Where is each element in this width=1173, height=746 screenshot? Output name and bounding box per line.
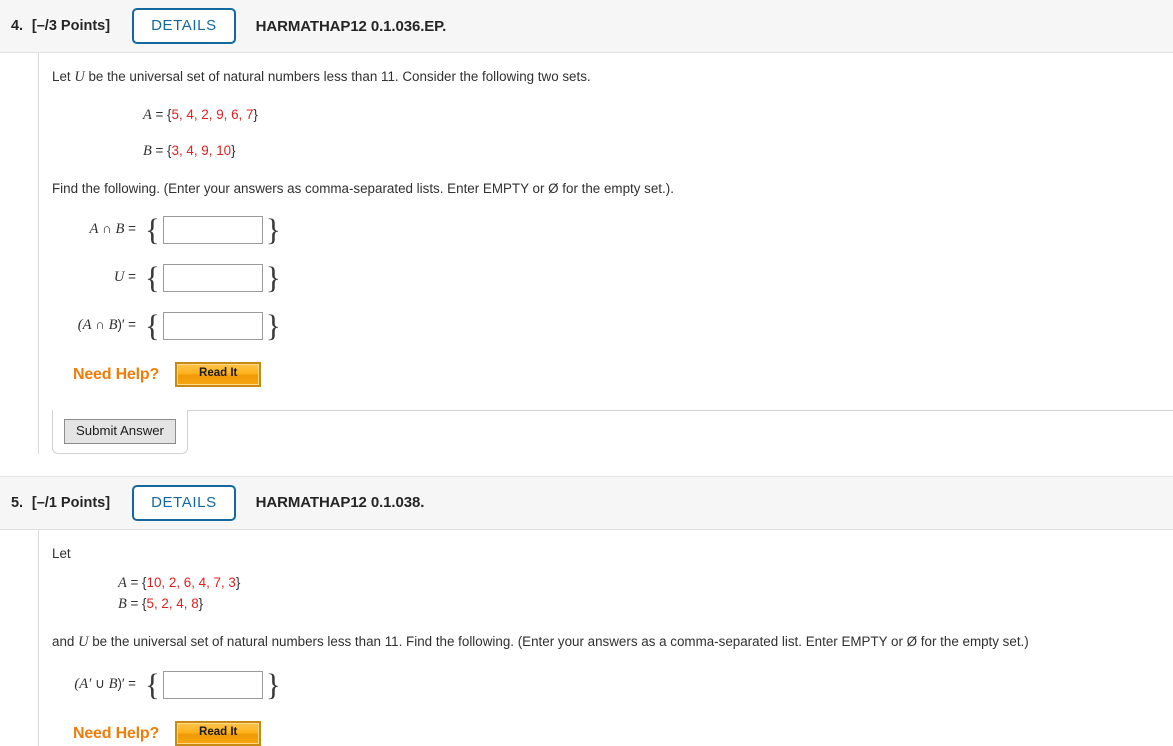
instruction-lead: and bbox=[52, 633, 79, 649]
intro-text-rest: be the universal set of natural numbers … bbox=[84, 69, 591, 84]
need-help-row: Need Help? Read It bbox=[52, 709, 1173, 746]
gutter-divider bbox=[0, 53, 39, 454]
instruction-paragraph: and U be the universal set of natural nu… bbox=[52, 630, 1173, 655]
question-block-4: 4. [–/3 Points] DETAILS HARMATHAP12 0.1.… bbox=[0, 0, 1173, 454]
question-block-5: 5. [–/1 Points] DETAILS HARMATHAP12 0.1.… bbox=[0, 476, 1173, 746]
answer-label-part: (A′ bbox=[74, 676, 92, 693]
submit-box: Submit Answer bbox=[52, 409, 188, 454]
intro-paragraph: Let bbox=[52, 545, 71, 561]
answer-row: (A ∩ B)′ = { } bbox=[52, 302, 1173, 350]
set-b-equals: = { bbox=[151, 142, 172, 158]
answer-label-intersection: A ∩ B = bbox=[52, 219, 142, 240]
set-b-line: B = {5, 2, 4, 8} bbox=[52, 594, 1173, 615]
set-a-symbol: A bbox=[143, 106, 152, 123]
need-help-label: Need Help? bbox=[73, 724, 160, 742]
set-a-close: } bbox=[235, 575, 241, 591]
answer-label-universal: U = bbox=[52, 267, 142, 288]
question-header-4: 4. [–/3 Points] DETAILS HARMATHAP12 0.1.… bbox=[0, 0, 1173, 53]
answer-label-equals: )′ = bbox=[117, 317, 136, 333]
answer-label-part: U bbox=[113, 269, 125, 286]
answer-label-equals: )′ = bbox=[117, 676, 136, 692]
answer-label-equals: = bbox=[124, 269, 136, 285]
set-b-close: } bbox=[231, 142, 236, 158]
need-help-label: Need Help? bbox=[73, 365, 160, 383]
set-a-values: 5, 4, 2, 9, 6, 7 bbox=[171, 106, 254, 122]
set-a-line: A = {5, 4, 2, 9, 6, 7} bbox=[52, 105, 1173, 126]
read-it-button[interactable]: Read It bbox=[175, 720, 262, 746]
answer-input-a-intersect-b[interactable] bbox=[162, 216, 263, 245]
set-a-line: A = {10, 2, 6, 4, 7, 3} bbox=[52, 573, 1173, 594]
intro-text-lead: Let bbox=[52, 69, 75, 84]
details-button[interactable]: DETAILS bbox=[132, 8, 236, 44]
set-a-equals: = { bbox=[126, 575, 147, 591]
answer-row: (A′ ∪ B)′ = { } bbox=[52, 661, 1173, 709]
answer-row: A ∩ B = { } bbox=[52, 206, 1173, 254]
answer-label-operator: ∩ bbox=[91, 317, 109, 333]
answer-row: U = { } bbox=[52, 254, 1173, 302]
universal-set-symbol: U bbox=[74, 69, 85, 85]
question-body-4: Let U be the universal set of natural nu… bbox=[0, 53, 1173, 454]
question-number: 5. bbox=[11, 494, 23, 511]
answer-label-complement: (A ∩ B)′ = bbox=[52, 315, 142, 336]
set-b-values: 3, 4, 9, 10 bbox=[171, 142, 232, 158]
answer-label-equals: = bbox=[124, 221, 136, 237]
details-button[interactable]: DETAILS bbox=[132, 484, 236, 521]
question-code: HARMATHAP12 0.1.036.EP. bbox=[255, 17, 447, 35]
set-b-line: B = {3, 4, 9, 10} bbox=[52, 141, 1173, 162]
set-b-symbol: B bbox=[118, 596, 127, 613]
answer-label-operator: ∪ bbox=[91, 676, 109, 692]
question-header-5: 5. [–/1 Points] DETAILS HARMATHAP12 0.1.… bbox=[0, 476, 1173, 530]
question-body-5: Let A = {10, 2, 6, 4, 7, 3} B = {5, 2, 4… bbox=[0, 529, 1173, 746]
question-code: HARMATHAP12 0.1.038. bbox=[255, 494, 425, 512]
question-points: [–/1 Points] bbox=[31, 494, 111, 511]
intro-paragraph: Let U be the universal set of natural nu… bbox=[52, 65, 1173, 90]
question-number: 4. bbox=[11, 18, 23, 34]
read-it-button[interactable]: Read It bbox=[175, 362, 262, 387]
set-a-equals: = { bbox=[151, 106, 172, 122]
set-b-equals: = { bbox=[126, 596, 147, 612]
set-b-close: } bbox=[198, 596, 204, 612]
set-a-close: } bbox=[253, 106, 258, 122]
set-b-symbol: B bbox=[143, 142, 152, 159]
instruction-paragraph: Find the following. (Enter your answers … bbox=[52, 180, 674, 196]
set-a-symbol: A bbox=[118, 575, 127, 592]
answer-input-union-complement[interactable] bbox=[162, 670, 263, 699]
question-content-5: Let A = {10, 2, 6, 4, 7, 3} B = {5, 2, 4… bbox=[39, 530, 1173, 746]
submit-underline bbox=[187, 409, 1173, 411]
set-b-values: 5, 2, 4, 8 bbox=[146, 596, 199, 612]
answer-label-operator: ∩ bbox=[98, 221, 116, 237]
submit-area: Submit Answer bbox=[52, 387, 1173, 454]
universal-set-symbol: U bbox=[78, 633, 89, 650]
question-points: [–/3 Points] bbox=[31, 18, 111, 34]
gutter-divider bbox=[0, 529, 39, 746]
answer-label-part: (A bbox=[77, 317, 92, 334]
submit-answer-button[interactable]: Submit Answer bbox=[64, 418, 176, 444]
need-help-row: Need Help? Read It bbox=[52, 350, 1173, 387]
answer-label-union-complement: (A′ ∪ B)′ = bbox=[52, 674, 142, 695]
set-a-values: 10, 2, 6, 4, 7, 3 bbox=[146, 575, 236, 591]
section-gap bbox=[0, 453, 1173, 476]
answer-input-universal-set[interactable] bbox=[162, 264, 263, 293]
question-content-4: Let U be the universal set of natural nu… bbox=[39, 53, 1173, 454]
instruction-rest: be the universal set of natural numbers … bbox=[88, 633, 1029, 649]
answer-input-complement[interactable] bbox=[162, 312, 263, 341]
